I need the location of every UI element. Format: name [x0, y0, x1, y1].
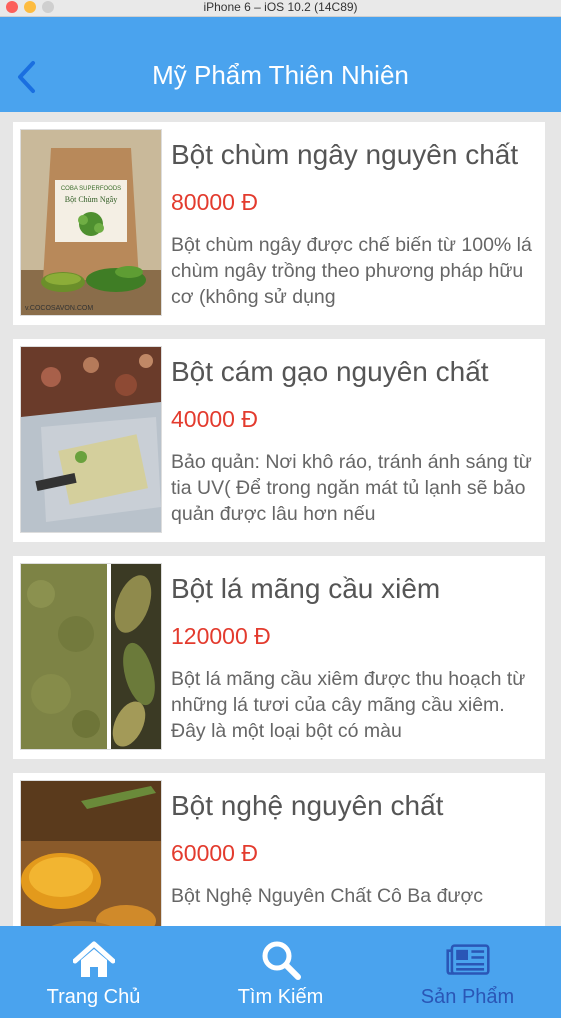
- product-description: Bột chùm ngây được chế biến từ 100% lá c…: [171, 234, 532, 308]
- product-price: 60000 Đ: [171, 840, 258, 866]
- product-price: 80000 Đ: [171, 189, 258, 215]
- tab-products-label: Sản Phẩm: [420, 986, 515, 1008]
- simulator-title: iPhone 6 – iOS 10.2 (14C89): [203, 0, 358, 14]
- product-card[interactable]: COBA SUPERFOODS Bột Chùm Ngây v.COCOSAVO…: [13, 122, 545, 325]
- product-card[interactable]: Bột nghệ nguyên chất 60000 Đ Bột Nghệ Ng…: [13, 773, 545, 926]
- product-image-soursop-leaf: [20, 563, 162, 750]
- product-description: Bảo quản: Nơi khô ráo, tránh ánh sáng từ…: [171, 451, 532, 525]
- home-icon: [72, 940, 116, 980]
- product-description: Bột Nghệ Nguyên Chất Cô Ba được: [171, 885, 484, 907]
- package-product-text: Bột Chùm Ngây: [65, 195, 117, 204]
- tab-products[interactable]: Sản Phẩm: [374, 926, 561, 1018]
- tab-bar: Trang Chủ Tìm Kiếm Sản Phẩm: [0, 926, 561, 1018]
- simulator-title-bar: iPhone 6 – iOS 10.2 (14C89): [0, 0, 561, 17]
- product-image-turmeric: [20, 780, 162, 926]
- navigation-bar: Mỹ Phẩm Thiên Nhiên: [0, 17, 561, 112]
- tab-home[interactable]: Trang Chủ: [0, 926, 187, 1018]
- product-description: Bột lá mãng cầu xiêm được thu hoạch từ n…: [171, 668, 526, 742]
- product-card[interactable]: Bột cám gạo nguyên chất 40000 Đ Bảo quản…: [13, 339, 545, 542]
- newspaper-icon: [445, 940, 490, 980]
- tab-search-label: Tìm Kiếm: [237, 986, 324, 1008]
- product-name: Bột lá mãng cầu xiêm: [171, 573, 441, 604]
- product-card[interactable]: Bột lá mãng cầu xiêm 120000 Đ Bột lá mãn…: [13, 556, 545, 759]
- product-price: 120000 Đ: [171, 623, 271, 649]
- product-name: Bột cám gạo nguyên chất: [171, 356, 489, 387]
- image-watermark-text: v.COCOSAVON.COM: [25, 305, 93, 312]
- product-name: Bột nghệ nguyên chất: [171, 790, 444, 821]
- package-brand-text: COBA SUPERFOODS: [61, 186, 121, 192]
- product-name: Bột chùm ngây nguyên chất: [171, 139, 519, 170]
- product-image-moringa: COBA SUPERFOODS Bột Chùm Ngây v.COCOSAVO…: [20, 129, 162, 316]
- product-image-rice-bran: [20, 346, 162, 533]
- page-title: Mỹ Phẩm Thiên Nhiên: [152, 60, 409, 90]
- product-price: 40000 Đ: [171, 406, 258, 432]
- search-icon: [259, 940, 303, 980]
- product-list[interactable]: COBA SUPERFOODS Bột Chùm Ngây v.COCOSAVO…: [0, 112, 561, 926]
- tab-home-label: Trang Chủ: [46, 986, 141, 1008]
- tab-search[interactable]: Tìm Kiếm: [187, 926, 374, 1018]
